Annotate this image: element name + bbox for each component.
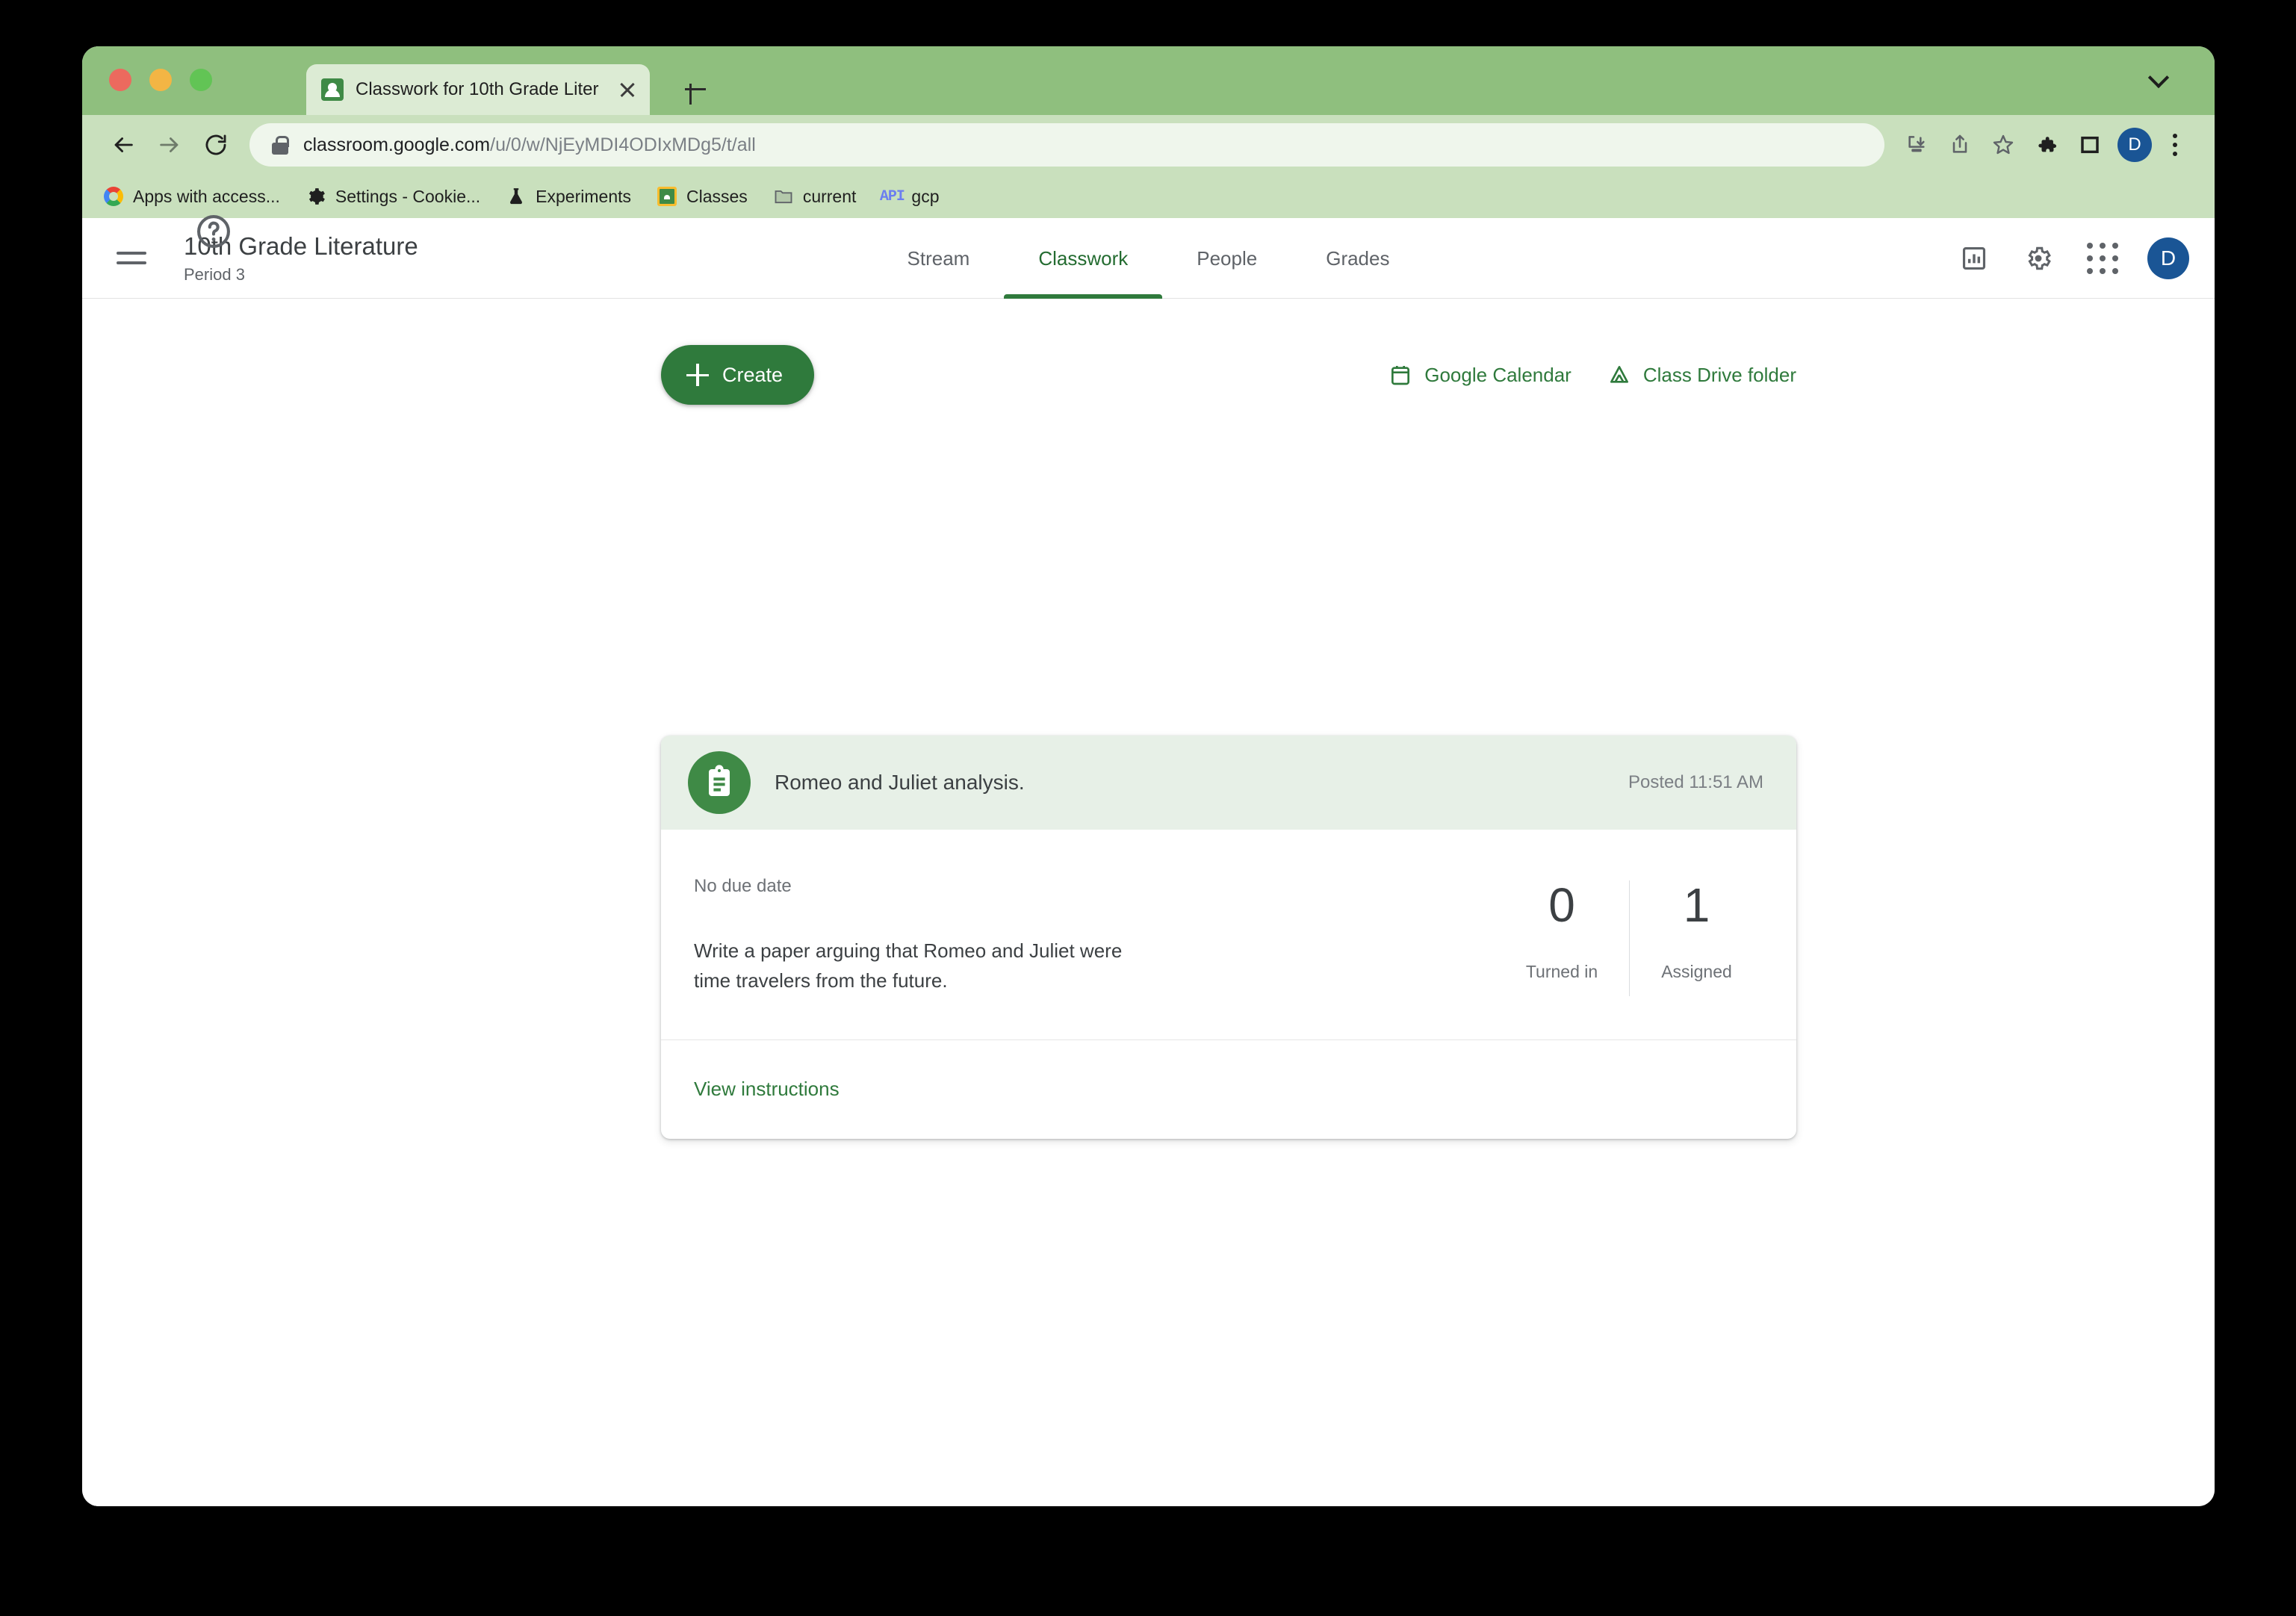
- side-panel-icon[interactable]: [2068, 123, 2112, 167]
- chevron-down-icon[interactable]: [2149, 70, 2170, 82]
- address-bar[interactable]: classroom.google.com/u/0/w/NjEyMDI4ODIxM…: [249, 123, 1884, 167]
- assignment-card-footer: View instructions: [661, 1040, 1796, 1139]
- assignment-card-body: No due date Write a paper arguing that R…: [661, 830, 1796, 1040]
- assignment-details: No due date Write a paper arguing that R…: [694, 876, 1495, 996]
- lock-icon: [272, 135, 289, 155]
- back-button[interactable]: [100, 122, 146, 168]
- bookmark-current-folder[interactable]: current: [773, 186, 857, 207]
- create-button[interactable]: Create: [661, 345, 815, 405]
- close-icon[interactable]: [617, 79, 638, 100]
- bookmark-star-icon[interactable]: [1982, 123, 2025, 167]
- tab-stream[interactable]: Stream: [873, 218, 1005, 299]
- assignment-clipboard-icon: [688, 751, 751, 814]
- window-maximize-button[interactable]: [190, 69, 212, 91]
- assignment-status-counts: 0 Turned in 1 Assigned: [1495, 876, 1763, 996]
- bookmark-label: Settings - Cookie...: [335, 186, 481, 206]
- google-calendar-label: Google Calendar: [1424, 363, 1571, 386]
- apps-grid-icon[interactable]: [2083, 239, 2122, 278]
- address-bar-url: classroom.google.com/u/0/w/NjEyMDI4ODIxM…: [303, 134, 756, 155]
- assignment-card-header[interactable]: Romeo and Juliet analysis. Posted 11:51 …: [661, 736, 1796, 830]
- create-button-label: Create: [722, 363, 784, 386]
- class-drive-folder-link[interactable]: Class Drive folder: [1607, 363, 1796, 387]
- bookmark-label: current: [802, 186, 857, 206]
- google-g-icon: [103, 186, 124, 207]
- browser-tab[interactable]: Classwork for 10th Grade Liter: [306, 64, 650, 115]
- browser-profile-avatar[interactable]: D: [2117, 128, 2152, 162]
- reload-button[interactable]: [193, 122, 239, 168]
- assignment-title: Romeo and Juliet analysis.: [775, 771, 1025, 794]
- browser-tab-title: Classwork for 10th Grade Liter: [356, 79, 599, 99]
- assignment-card[interactable]: Romeo and Juliet analysis. Posted 11:51 …: [661, 736, 1796, 1139]
- browser-window: Classwork for 10th Grade Liter classroom…: [82, 46, 2215, 1506]
- google-classroom-icon: [657, 186, 677, 207]
- assigned-count: 1: [1683, 878, 1710, 932]
- assignment-posted-time: Posted 11:51 AM: [1628, 772, 1763, 792]
- class-drive-folder-label: Class Drive folder: [1642, 363, 1796, 386]
- bookmark-apps-with-access[interactable]: Apps with access...: [103, 186, 280, 207]
- class-section-label: Period 3: [184, 265, 245, 285]
- view-instructions-link[interactable]: View instructions: [694, 1078, 840, 1101]
- help-circle-icon[interactable]: [194, 212, 233, 251]
- bookmark-label: Classes: [686, 186, 748, 206]
- turned-in-count: 0: [1548, 878, 1575, 932]
- bookmark-label: gcp: [911, 186, 940, 206]
- assignment-description: Write a paper arguing that Romeo and Jul…: [694, 939, 1123, 992]
- classroom-nav-tabs: Stream Classwork People Grades: [873, 218, 1424, 299]
- install-icon[interactable]: [1895, 123, 1938, 167]
- google-classroom-icon: [321, 78, 344, 101]
- flask-icon: [506, 186, 527, 207]
- assigned-label: Assigned: [1661, 962, 1732, 982]
- bookmark-label: Apps with access...: [133, 186, 280, 206]
- share-icon[interactable]: [1938, 123, 1982, 167]
- bookmarks-bar: Apps with access... Settings - Cookie...…: [82, 175, 2215, 218]
- class-insights-icon[interactable]: [1955, 239, 1994, 278]
- bookmark-classes[interactable]: Classes: [657, 186, 748, 207]
- bookmark-settings-cookies[interactable]: Settings - Cookie...: [305, 186, 480, 207]
- plus-icon: [686, 364, 709, 386]
- classwork-links: Google Calendar Class Drive folder: [1389, 363, 1796, 387]
- gear-icon: [305, 186, 326, 207]
- browser-toolbar: classroom.google.com/u/0/w/NjEyMDI4ODIxM…: [82, 115, 2215, 175]
- assignment-due-date: No due date: [694, 876, 792, 896]
- google-calendar-link[interactable]: Google Calendar: [1389, 363, 1571, 387]
- api-icon: API: [879, 187, 905, 205]
- tab-classwork[interactable]: Classwork: [1004, 218, 1163, 299]
- drive-icon: [1607, 363, 1631, 387]
- window-traffic-lights: [109, 69, 212, 91]
- tab-people[interactable]: People: [1162, 218, 1291, 299]
- bookmark-label: Experiments: [536, 186, 631, 206]
- new-tab-button[interactable]: [680, 73, 711, 105]
- gear-icon[interactable]: [2019, 239, 2058, 278]
- classwork-action-row: Create Google Calendar Class Drive folde…: [661, 345, 1796, 405]
- assigned-count-cell[interactable]: 1 Assigned: [1629, 880, 1763, 996]
- folder-icon: [773, 186, 794, 207]
- tab-grades[interactable]: Grades: [1291, 218, 1424, 299]
- window-close-button[interactable]: [109, 69, 131, 91]
- extensions-puzzle-icon[interactable]: [2025, 123, 2068, 167]
- bookmark-experiments[interactable]: Experiments: [506, 186, 631, 207]
- turned-in-label: Turned in: [1525, 962, 1598, 982]
- bookmark-gcp[interactable]: API gcp: [879, 186, 940, 207]
- menu-hamburger-icon[interactable]: [117, 237, 160, 280]
- calendar-icon: [1389, 363, 1412, 387]
- account-avatar[interactable]: D: [2147, 237, 2189, 279]
- forward-button[interactable]: [146, 122, 193, 168]
- classroom-header: 10th Grade Literature Period 3 Stream Cl…: [82, 218, 2215, 299]
- turned-in-count-cell[interactable]: 0 Turned in: [1495, 880, 1629, 996]
- browser-menu-button[interactable]: [2158, 128, 2192, 162]
- browser-tab-strip: Classwork for 10th Grade Liter: [82, 46, 2215, 115]
- window-minimize-button[interactable]: [149, 69, 172, 91]
- classroom-page: 10th Grade Literature Period 3 Stream Cl…: [82, 215, 2215, 1506]
- classroom-header-actions: D: [1955, 237, 2189, 279]
